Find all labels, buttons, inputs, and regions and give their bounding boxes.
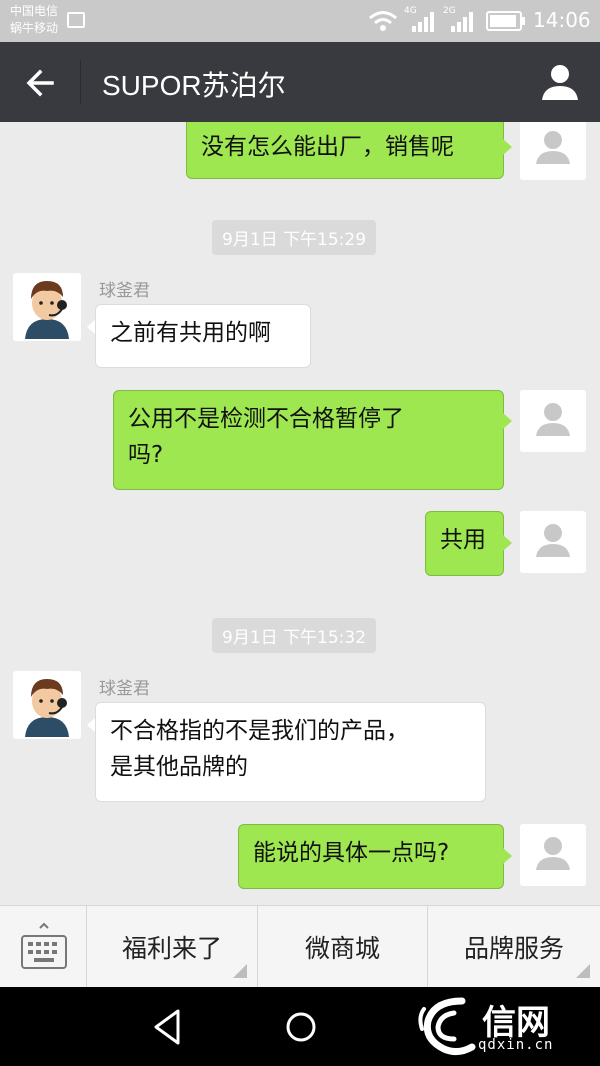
avatar[interactable] bbox=[13, 671, 81, 739]
nav-home-icon[interactable] bbox=[283, 1007, 319, 1047]
bubble-tail bbox=[503, 848, 512, 864]
message-bubble-outgoing[interactable]: 能说的具体一点吗? bbox=[238, 824, 504, 889]
avatar[interactable] bbox=[520, 511, 586, 573]
menu-item-brand-service[interactable]: 品牌服务 bbox=[428, 906, 600, 988]
signal-icon-1 bbox=[412, 12, 434, 32]
message-text: 能说的具体一点吗? bbox=[253, 840, 450, 866]
keyboard-toggle-button[interactable] bbox=[0, 906, 87, 988]
watermark-url: qdxin.cn bbox=[478, 1037, 554, 1053]
sender-name: 球釜君 bbox=[99, 679, 150, 699]
message-text-line: 吗? bbox=[128, 442, 164, 468]
image-notification-icon bbox=[67, 12, 85, 28]
avatar[interactable] bbox=[520, 824, 586, 886]
wifi-icon bbox=[369, 11, 397, 31]
menu-item-label: 微商城 bbox=[304, 934, 380, 963]
agent-avatar-icon bbox=[13, 273, 81, 341]
message-bubble-outgoing[interactable]: 公用不是检测不合格暂停了 吗? bbox=[113, 390, 504, 490]
arrow-left-icon bbox=[26, 69, 54, 97]
profile-button[interactable] bbox=[538, 60, 582, 104]
message-bubble-incoming[interactable]: 不合格指的不是我们的产品， 是其他品牌的 bbox=[95, 702, 486, 802]
clock: 14:06 bbox=[533, 8, 591, 32]
avatar[interactable] bbox=[13, 273, 81, 341]
menu-item-welfare[interactable]: 福利来了 bbox=[87, 906, 258, 988]
title-divider bbox=[80, 60, 81, 104]
system-nav-bar: 信网 qdxin.cn bbox=[0, 987, 600, 1066]
avatar[interactable] bbox=[520, 122, 586, 180]
status-bar: 中国电信 蜗牛移动 4G 2G 14:06 bbox=[0, 0, 600, 42]
keyboard-icon bbox=[21, 922, 67, 969]
title-bar: SUPOR苏泊尔 bbox=[0, 42, 600, 122]
message-text: 之前有共用的啊 bbox=[110, 320, 271, 346]
chat-title: SUPOR苏泊尔 bbox=[102, 70, 286, 101]
default-avatar-icon bbox=[536, 403, 570, 436]
message-bubble-incoming[interactable]: 之前有共用的啊 bbox=[95, 304, 311, 368]
person-icon bbox=[542, 65, 578, 100]
message-text: 共用 bbox=[440, 527, 486, 553]
message-text-line: 是其他品牌的 bbox=[110, 754, 248, 780]
bubble-tail bbox=[503, 535, 512, 551]
submenu-indicator-icon bbox=[576, 964, 590, 978]
menu-item-mall[interactable]: 微商城 bbox=[258, 906, 428, 988]
battery-icon bbox=[486, 11, 525, 31]
message-bubble-outgoing[interactable]: 共用 bbox=[425, 511, 504, 576]
message-bubble-outgoing[interactable]: 没有怎么能出厂，销售呢 bbox=[186, 122, 504, 179]
message-text: 没有怎么能出厂，销售呢 bbox=[201, 134, 454, 160]
signal-icon-2 bbox=[451, 12, 473, 32]
carrier-label-2: 蜗牛移动 bbox=[10, 21, 59, 35]
chat-area[interactable]: 没有怎么能出厂，销售呢 9月1日 下午15:29 球釜君 之前有共用的啊 公用不… bbox=[0, 122, 600, 905]
timestamp: 9月1日 下午15:29 bbox=[212, 220, 377, 255]
message-text-line: 公用不是检测不合格暂停了 bbox=[128, 406, 404, 432]
sender-name: 球釜君 bbox=[99, 281, 150, 301]
default-avatar-icon bbox=[536, 837, 570, 870]
menu-item-label: 品牌服务 bbox=[463, 934, 564, 963]
back-button[interactable] bbox=[20, 62, 62, 104]
watermark-logo-icon bbox=[418, 997, 476, 1056]
submenu-indicator-icon bbox=[233, 964, 247, 978]
bubble-tail bbox=[503, 413, 512, 429]
bubble-tail bbox=[503, 139, 512, 155]
message-text-line: 不合格指的不是我们的产品， bbox=[110, 718, 409, 744]
default-avatar-icon bbox=[536, 524, 570, 557]
agent-avatar-icon bbox=[13, 671, 81, 739]
nav-back-icon[interactable] bbox=[150, 1007, 186, 1047]
bottom-menu: 福利来了 微商城 品牌服务 bbox=[0, 905, 600, 988]
timestamp: 9月1日 下午15:32 bbox=[212, 618, 377, 653]
avatar[interactable] bbox=[520, 390, 586, 452]
default-avatar-icon bbox=[536, 131, 570, 164]
carrier-label-1: 中国电信 bbox=[10, 4, 59, 18]
menu-item-label: 福利来了 bbox=[121, 934, 222, 963]
